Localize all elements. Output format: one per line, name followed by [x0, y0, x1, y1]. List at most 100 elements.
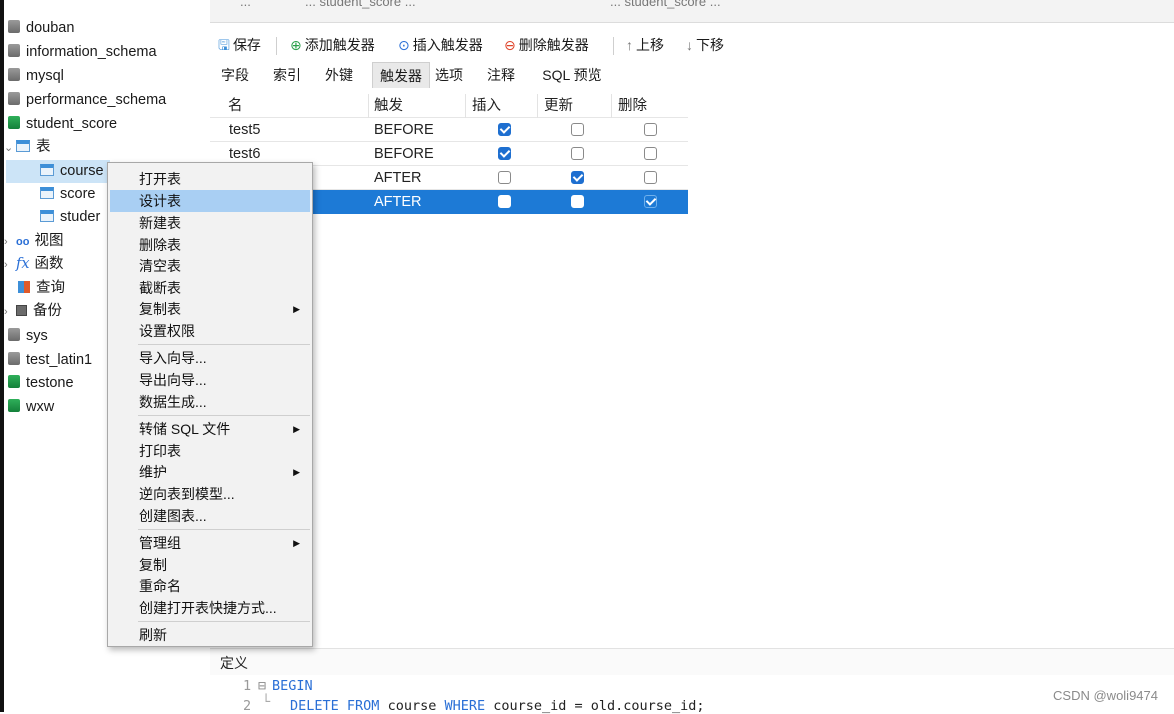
menu-item-print-table[interactable]: 打印表 — [110, 440, 310, 462]
trigger-timing-cell[interactable]: AFTER — [370, 190, 422, 214]
delete-checkbox[interactable] — [644, 147, 657, 160]
database-icon — [8, 328, 20, 341]
menu-item-data-generation[interactable]: 数据生成... — [110, 391, 310, 413]
database-icon — [8, 44, 20, 57]
column-header-insert[interactable]: 插入 — [468, 94, 501, 118]
menu-item-rename[interactable]: 重命名 — [110, 575, 310, 597]
insert-checkbox[interactable] — [498, 123, 511, 136]
tree-views-node[interactable]: › oo 视图 — [4, 230, 63, 253]
tree-db-douban[interactable]: douban — [8, 17, 74, 40]
trigger-timing-cell[interactable]: AFTER — [370, 166, 422, 190]
tree-db-information-schema[interactable]: information_schema — [8, 41, 157, 64]
tree-table-student[interactable]: studer — [40, 206, 100, 229]
menu-item-truncate-table[interactable]: 截断表 — [110, 277, 310, 299]
grid-divider — [465, 94, 466, 118]
tree-db-test-latin1[interactable]: test_latin1 — [8, 349, 92, 372]
editor-tab[interactable]: ... student_score ... — [305, 0, 595, 16]
delete-checkbox[interactable] — [644, 171, 657, 184]
database-icon — [8, 20, 20, 33]
menu-separator — [138, 415, 310, 416]
trigger-name-cell[interactable]: test5 — [225, 118, 260, 142]
database-icon — [8, 68, 20, 81]
grid-divider — [368, 94, 369, 118]
context-menu: 打开表 设计表 新建表 删除表 清空表 截断表 复制表 ▶ 设置权限 导入向导..… — [107, 162, 313, 647]
save-button[interactable]: 🖫 保存 — [218, 30, 261, 60]
insert-checkbox[interactable] — [498, 171, 511, 184]
menu-item-copy[interactable]: 复制 — [110, 554, 310, 576]
insert-checkbox[interactable] — [498, 195, 511, 208]
insert-trigger-button[interactable]: ⊙ 插入触发器 — [398, 30, 483, 60]
submenu-arrow-icon: ▶ — [293, 304, 300, 314]
move-down-button[interactable]: ↓ 下移 — [686, 30, 724, 60]
tree-db-student-score[interactable]: student_score — [8, 113, 117, 136]
fold-collapse-icon[interactable]: ⊟ — [258, 678, 266, 694]
tree-functions-node[interactable]: › fx 函数 — [4, 253, 64, 276]
tree-queries-node[interactable]: 查询 — [18, 277, 65, 300]
views-icon: oo — [16, 236, 30, 248]
menu-item-reverse-to-model[interactable]: 逆向表到模型... — [110, 483, 310, 505]
designer-toolbar: 🖫 保存 ⊕ 添加触发器 ⊙ 插入触发器 ⊖ 删除触发器 ↑ 上移 ↓ 下移 — [210, 30, 1174, 60]
grid-header-row: 名 触发 插入 更新 删除 — [210, 94, 688, 118]
editor-tab-active[interactable]: ... student_score ... — [610, 0, 900, 16]
delete-checkbox[interactable] — [644, 123, 657, 136]
tab-options[interactable]: 选项 — [430, 62, 468, 88]
menu-item-export-wizard[interactable]: 导出向导... — [110, 369, 310, 391]
tree-db-mysql[interactable]: mysql — [8, 65, 64, 88]
menu-item-open-table[interactable]: 打开表 — [110, 168, 310, 190]
tab-foreign-keys[interactable]: 外键 — [320, 62, 358, 88]
menu-item-refresh[interactable]: 刷新 — [110, 624, 310, 646]
update-checkbox[interactable] — [571, 147, 584, 160]
tab-triggers[interactable]: 触发器 — [372, 62, 430, 88]
chevron-right-icon[interactable]: › — [4, 301, 14, 324]
table-icon — [40, 187, 54, 199]
table-row[interactable]: test5 BEFORE — [210, 118, 688, 142]
database-open-icon — [8, 399, 20, 412]
tree-table-score[interactable]: score — [40, 183, 95, 206]
column-header-delete[interactable]: 删除 — [614, 94, 647, 118]
tree-db-testone[interactable]: testone — [8, 372, 74, 395]
trigger-timing-cell[interactable]: BEFORE — [370, 142, 434, 166]
tree-db-wxw[interactable]: wxw — [8, 396, 54, 419]
menu-item-create-chart[interactable]: 创建图表... — [110, 505, 310, 527]
menu-item-import-wizard[interactable]: 导入向导... — [110, 347, 310, 369]
tree-table-course[interactable]: course — [6, 160, 110, 183]
tree-tables-node[interactable]: ⌄ 表 — [4, 136, 51, 159]
insert-checkbox[interactable] — [498, 147, 511, 160]
move-up-button[interactable]: ↑ 上移 — [626, 30, 664, 60]
update-checkbox[interactable] — [571, 195, 584, 208]
menu-item-set-permissions[interactable]: 设置权限 — [110, 320, 310, 342]
editor-tab[interactable]: ... — [240, 0, 290, 16]
chevron-down-icon[interactable]: ⌄ — [4, 137, 14, 160]
menu-item-dump-sql[interactable]: 转储 SQL 文件 ▶ — [110, 418, 310, 440]
query-icon — [18, 281, 30, 293]
menu-item-maintain[interactable]: 维护 ▶ — [110, 461, 310, 483]
trigger-timing-cell[interactable]: BEFORE — [370, 118, 434, 142]
menu-item-empty-table[interactable]: 清空表 — [110, 255, 310, 277]
chevron-right-icon[interactable]: › — [4, 254, 14, 277]
delete-checkbox[interactable] — [644, 195, 657, 208]
column-header-timing[interactable]: 触发 — [370, 94, 403, 118]
tree-db-performance-schema[interactable]: performance_schema — [8, 89, 166, 112]
tab-sql-preview[interactable]: SQL 预览 — [534, 62, 610, 88]
menu-item-new-table[interactable]: 新建表 — [110, 212, 310, 234]
update-checkbox[interactable] — [571, 123, 584, 136]
column-header-update[interactable]: 更新 — [540, 94, 573, 118]
column-header-name[interactable]: 名 — [224, 94, 243, 118]
add-trigger-button[interactable]: ⊕ 添加触发器 — [290, 30, 375, 60]
menu-item-duplicate-table[interactable]: 复制表 ▶ — [110, 298, 310, 320]
tab-comments[interactable]: 注释 — [482, 62, 520, 88]
delete-trigger-button[interactable]: ⊖ 删除触发器 — [504, 30, 589, 60]
tab-indexes[interactable]: 索引 — [268, 62, 306, 88]
menu-item-manage-group[interactable]: 管理组 ▶ — [110, 532, 310, 554]
database-icon — [8, 92, 20, 105]
menu-item-delete-table[interactable]: 删除表 — [110, 234, 310, 256]
tree-backups-node[interactable]: › 备份 — [4, 300, 62, 323]
update-checkbox[interactable] — [571, 171, 584, 184]
definition-tab[interactable]: 定义 — [220, 653, 248, 673]
menu-item-create-shortcut[interactable]: 创建打开表快捷方式... — [110, 597, 310, 619]
definition-panel: 定义 — [210, 648, 1174, 675]
menu-item-design-table[interactable]: 设计表 — [110, 190, 310, 212]
tab-fields[interactable]: 字段 — [216, 62, 254, 88]
chevron-right-icon[interactable]: › — [4, 231, 14, 254]
tree-db-sys[interactable]: sys — [8, 325, 48, 348]
